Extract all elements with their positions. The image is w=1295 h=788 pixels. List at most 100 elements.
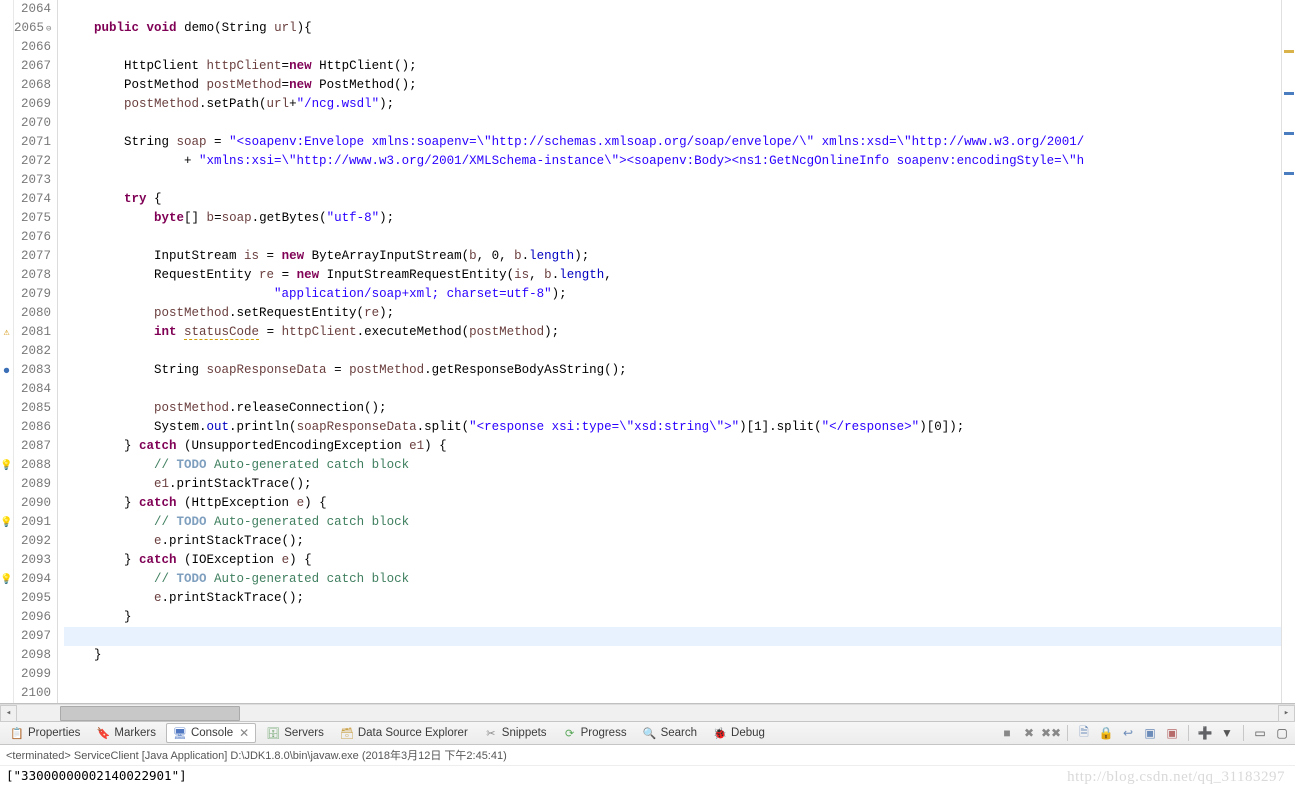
open-console-icon[interactable]: ➕: [1196, 724, 1214, 742]
code-line[interactable]: postMethod.releaseConnection();: [64, 399, 1281, 418]
toolbar-separator: [1188, 725, 1189, 741]
view-tab-snippets[interactable]: ✂Snippets: [478, 724, 553, 742]
breakpoint-icon[interactable]: ●: [0, 361, 13, 380]
line-number-gutter[interactable]: 2064206520662067206820692070207120722073…: [14, 0, 58, 703]
code-line[interactable]: // TODO Auto-generated catch block: [64, 513, 1281, 532]
code-line[interactable]: }: [64, 608, 1281, 627]
terminate-icon[interactable]: ■: [998, 724, 1016, 742]
code-line[interactable]: [64, 228, 1281, 247]
view-tab-label: Debug: [731, 727, 765, 739]
console-output[interactable]: ["33000000002140022901"] http://blog.csd…: [0, 766, 1295, 788]
line-number: 2075: [14, 209, 51, 228]
code-line[interactable]: System.out.println(soapResponseData.spli…: [64, 418, 1281, 437]
code-line[interactable]: [64, 38, 1281, 57]
line-number: 2077: [14, 247, 51, 266]
code-line[interactable]: int statusCode = httpClient.executeMetho…: [64, 323, 1281, 342]
remove-launch-icon[interactable]: ✖: [1020, 724, 1038, 742]
view-tab-search[interactable]: 🔍Search: [637, 724, 703, 742]
line-number: 2081: [14, 323, 51, 342]
code-line[interactable]: + "xmlns:xsi=\"http://www.w3.org/2001/XM…: [64, 152, 1281, 171]
quickfix-icon[interactable]: 💡: [0, 456, 13, 475]
display-selected-console-icon[interactable]: ▼: [1218, 724, 1236, 742]
code-line[interactable]: String soap = "<soapenv:Envelope xmlns:s…: [64, 133, 1281, 152]
view-tab-label: Servers: [284, 727, 324, 739]
clear-console-icon[interactable]: 🗎: [1075, 724, 1093, 742]
maximize-icon[interactable]: ▢: [1273, 724, 1291, 742]
warning-icon[interactable]: ⚠: [0, 323, 13, 342]
code-line[interactable]: postMethod.setRequestEntity(re);: [64, 304, 1281, 323]
line-number: 2100: [14, 684, 51, 703]
code-line[interactable]: } catch (UnsupportedEncodingException e1…: [64, 437, 1281, 456]
show-console-icon[interactable]: ▣: [1141, 724, 1159, 742]
marker-ruler[interactable]: ⚠ ● 💡 💡 💡: [0, 0, 14, 703]
servers-icon: 🗄: [266, 726, 280, 740]
scroll-right-icon[interactable]: ▸: [1278, 705, 1295, 722]
code-line[interactable]: e.printStackTrace();: [64, 589, 1281, 608]
code-editor[interactable]: public void demo(String url){ HttpClient…: [58, 0, 1281, 703]
progress-icon: ⟳: [563, 726, 577, 740]
view-tab-console[interactable]: 🖥 Console ✕: [166, 723, 256, 743]
line-number: 2096: [14, 608, 51, 627]
code-line[interactable]: try {: [64, 190, 1281, 209]
code-line[interactable]: PostMethod postMethod=new PostMethod();: [64, 76, 1281, 95]
view-tab-progress[interactable]: ⟳Progress: [557, 724, 633, 742]
view-tab-properties[interactable]: 📋Properties: [4, 724, 86, 742]
code-line[interactable]: [64, 684, 1281, 703]
close-icon[interactable]: ✕: [239, 726, 249, 740]
code-line[interactable]: e1.printStackTrace();: [64, 475, 1281, 494]
word-wrap-icon[interactable]: ↩: [1119, 724, 1137, 742]
console-output-text: ["33000000002140022901"]: [6, 768, 187, 783]
code-line[interactable]: [64, 380, 1281, 399]
code-line[interactable]: [64, 665, 1281, 684]
code-line[interactable]: [64, 114, 1281, 133]
overview-ruler[interactable]: [1281, 0, 1295, 703]
code-line[interactable]: // TODO Auto-generated catch block: [64, 570, 1281, 589]
code-line[interactable]: [64, 171, 1281, 190]
view-tab-servers[interactable]: 🗄 Servers: [260, 724, 330, 742]
line-number: 2090: [14, 494, 51, 513]
view-tab-label: Properties: [28, 727, 80, 739]
code-line[interactable]: String soapResponseData = postMethod.get…: [64, 361, 1281, 380]
code-line[interactable]: InputStream is = new ByteArrayInputStrea…: [64, 247, 1281, 266]
line-number: 2098: [14, 646, 51, 665]
code-line[interactable]: [64, 0, 1281, 19]
quickfix-icon[interactable]: 💡: [0, 570, 13, 589]
code-line[interactable]: e.printStackTrace();: [64, 532, 1281, 551]
code-line[interactable]: } catch (HttpException e) {: [64, 494, 1281, 513]
code-line[interactable]: byte[] b=soap.getBytes("utf-8");: [64, 209, 1281, 228]
view-tab-data-source-explorer[interactable]: 🗃Data Source Explorer: [334, 724, 474, 742]
view-tab-markers[interactable]: 🔖Markers: [90, 724, 162, 742]
line-number: 2086: [14, 418, 51, 437]
console-launch-header: <terminated> ServiceClient [Java Applica…: [0, 745, 1295, 766]
views-tab-bar: 📋Properties🔖Markers 🖥 Console ✕ 🗄 Servers 🗃Dat…: [0, 721, 1295, 745]
view-tab-debug[interactable]: 🐞Debug: [707, 724, 771, 742]
line-number: 2085: [14, 399, 51, 418]
code-line[interactable]: postMethod.setPath(url+"/ncg.wsdl");: [64, 95, 1281, 114]
quickfix-icon[interactable]: 💡: [0, 513, 13, 532]
toolbar-separator: [1243, 725, 1244, 741]
code-line[interactable]: // TODO Auto-generated catch block: [64, 456, 1281, 475]
horizontal-scrollbar[interactable]: ◂ ▸: [0, 704, 1295, 721]
search-icon: 🔍: [643, 726, 657, 740]
line-number: 2095: [14, 589, 51, 608]
line-number: 2071: [14, 133, 51, 152]
line-number: 2078: [14, 266, 51, 285]
remove-all-icon[interactable]: ✖✖: [1042, 724, 1060, 742]
scroll-lock-icon[interactable]: 🔒: [1097, 724, 1115, 742]
code-line[interactable]: public void demo(String url){: [64, 19, 1281, 38]
view-tab-label: Console: [191, 727, 233, 739]
show-console-on-err-icon[interactable]: ▣: [1163, 724, 1181, 742]
scrollbar-thumb[interactable]: [60, 706, 240, 721]
console-icon: 🖥: [173, 726, 187, 740]
code-line[interactable]: [64, 342, 1281, 361]
snippets-icon: ✂: [484, 726, 498, 740]
code-line[interactable]: "application/soap+xml; charset=utf-8");: [64, 285, 1281, 304]
code-line[interactable]: } catch (IOException e) {: [64, 551, 1281, 570]
minimize-icon[interactable]: ▭: [1251, 724, 1269, 742]
scroll-left-icon[interactable]: ◂: [0, 705, 17, 722]
line-number: 2094: [14, 570, 51, 589]
code-line[interactable]: }: [64, 646, 1281, 665]
code-line[interactable]: HttpClient httpClient=new HttpClient();: [64, 57, 1281, 76]
code-line[interactable]: [64, 627, 1281, 646]
code-line[interactable]: RequestEntity re = new InputStreamReques…: [64, 266, 1281, 285]
